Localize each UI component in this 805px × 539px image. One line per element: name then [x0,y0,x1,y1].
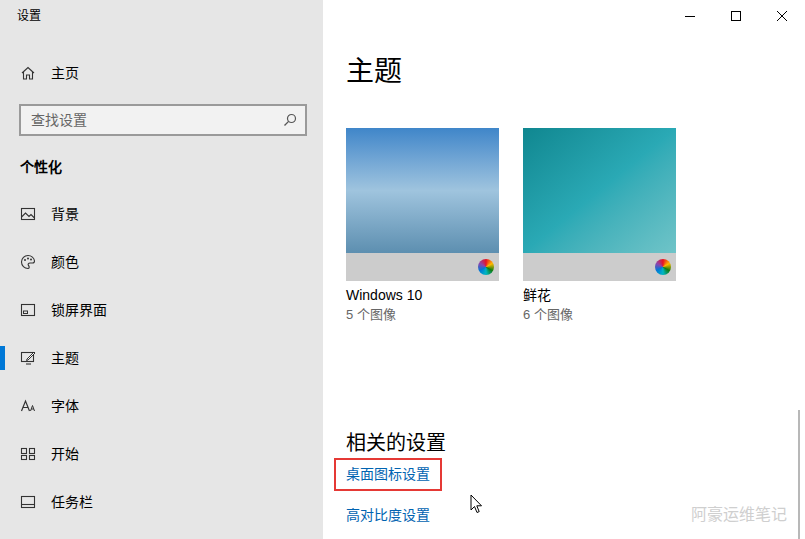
title-bar: 设置 [0,0,323,32]
sidebar-item-label[interactable]: 任务栏 [51,492,93,513]
sidebar: 设置 主页 个性化 背景颜色锁屏界面主题字体开始任务栏 [0,0,323,539]
window-controls [323,0,805,32]
sidebar-item[interactable]: 锁屏界面 [0,286,323,334]
close-icon [777,11,787,21]
related-link-label[interactable]: 高对比度设置 [346,505,430,526]
home-icon [20,65,36,81]
home-link[interactable]: 主页 [0,57,323,89]
sidebar-item[interactable]: 开始 [0,430,323,478]
minimize-icon [685,11,695,21]
theme-preview[interactable] [346,128,499,253]
search-box [19,104,307,136]
sidebar-item-label[interactable]: 开始 [51,444,79,465]
theme-icon [20,350,36,366]
home-label[interactable]: 主页 [51,63,79,84]
sidebar-item[interactable]: 背景 [0,190,323,238]
window-title: 设置 [17,7,41,25]
theme-list: Windows 105 个图像鲜花6 个图像 [346,128,805,325]
theme-name: 鲜花 [523,285,676,305]
related-link[interactable]: 桌面图标设置 [334,458,442,491]
sidebar-item[interactable]: 颜色 [0,238,323,286]
sidebar-item[interactable]: 主题 [0,334,323,382]
theme-image-count: 6 个图像 [523,305,676,325]
related-link-label[interactable]: 桌面图标设置 [346,464,430,485]
theme-image-count: 5 个图像 [346,305,499,325]
color-wheel-icon [655,259,671,275]
section-title: 个性化 [0,155,323,179]
palette-icon [20,254,36,270]
content-panel: 主题 Windows 105 个图像鲜花6 个图像 相关的设置 桌面图标设置高对… [323,0,805,539]
related-settings-heading: 相关的设置 [346,429,805,457]
maximize-button[interactable] [713,0,759,32]
taskbar-icon [20,494,36,510]
start-icon [20,446,36,462]
picture-icon [20,206,36,222]
sidebar-item[interactable]: 任务栏 [0,478,323,526]
minimize-button[interactable] [667,0,713,32]
theme-strip [523,253,676,281]
page-heading: 主题 [346,52,805,92]
scrollbar[interactable] [798,410,800,539]
sidebar-item-label[interactable]: 背景 [51,204,79,225]
watermark: 阿豪运维笔记 [691,505,787,525]
sidebar-item-label[interactable]: 锁屏界面 [51,300,107,321]
font-icon [20,398,36,414]
sidebar-item-label[interactable]: 主题 [51,348,79,369]
maximize-icon [731,11,741,21]
sidebar-menu: 背景颜色锁屏界面主题字体开始任务栏 [0,190,323,526]
search-input[interactable] [21,106,283,134]
theme-strip [346,253,499,281]
selection-bar [0,346,5,370]
theme-card[interactable]: Windows 105 个图像 [346,128,499,325]
search-icon[interactable] [283,113,297,127]
mouse-cursor-icon [470,494,483,514]
sidebar-item-label[interactable]: 颜色 [51,252,79,273]
theme-name: Windows 10 [346,285,499,305]
sidebar-item[interactable]: 字体 [0,382,323,430]
related-link[interactable]: 高对比度设置 [334,499,442,532]
theme-card[interactable]: 鲜花6 个图像 [523,128,676,325]
lock-screen-icon [20,302,36,318]
section-label: 个性化 [20,157,62,178]
close-button[interactable] [759,0,805,32]
theme-preview[interactable] [523,128,676,253]
sidebar-item-label[interactable]: 字体 [51,396,79,417]
color-wheel-icon [478,259,494,275]
